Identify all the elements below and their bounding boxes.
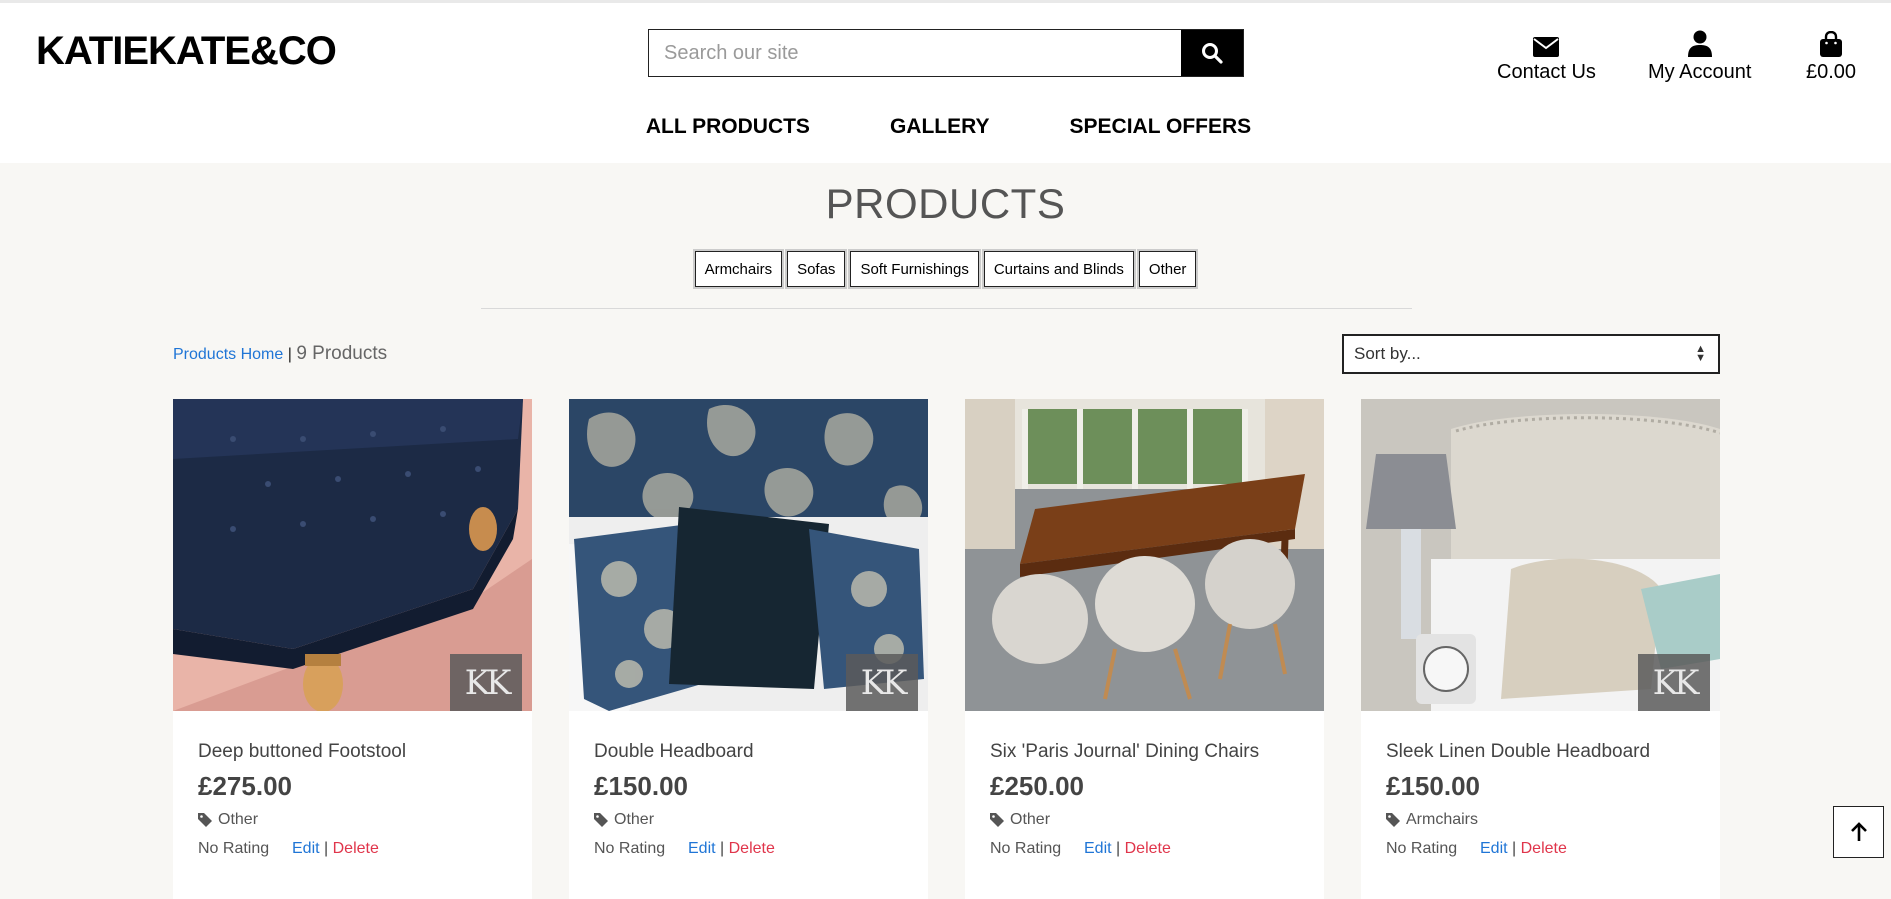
- edit-link[interactable]: Edit: [292, 840, 320, 857]
- delete-link[interactable]: Delete: [729, 840, 775, 857]
- nav-special-offers[interactable]: SPECIAL OFFERS: [1070, 115, 1252, 139]
- product-actions: Edit | Delete: [688, 840, 775, 857]
- site-header: KATIEKATE&CO Contact Us My Account: [0, 3, 1891, 163]
- product-image[interactable]: KK: [569, 399, 928, 711]
- contact-us-link[interactable]: Contact Us: [1497, 25, 1596, 84]
- category-armchairs[interactable]: Armchairs: [694, 251, 783, 287]
- product-price: £275.00: [198, 771, 292, 801]
- delete-link[interactable]: Delete: [1125, 840, 1171, 857]
- product-rating: No Rating: [1386, 840, 1458, 857]
- edit-link[interactable]: Edit: [688, 840, 716, 857]
- product-card: KK Deep buttoned Footstool £275.00 Other…: [173, 399, 532, 899]
- contact-us-label: Contact Us: [1497, 61, 1596, 83]
- product-actions: Edit | Delete: [1084, 840, 1171, 857]
- category-filters: Armchairs Sofas Soft Furnishings Curtain…: [0, 251, 1891, 287]
- tag-icon: [1386, 813, 1400, 827]
- envelope-icon: [1533, 37, 1560, 57]
- product-card: Six 'Paris Journal' Dining Chairs £250.0…: [965, 399, 1324, 899]
- product-category[interactable]: Other: [990, 811, 1050, 829]
- arrow-up-icon: [1850, 822, 1867, 841]
- category-soft-furnishings[interactable]: Soft Furnishings: [850, 251, 979, 287]
- product-card: KK Double Headboard £150.00 Other No Rat…: [569, 399, 928, 899]
- category-curtains-and-blinds[interactable]: Curtains and Blinds: [983, 251, 1134, 287]
- product-name[interactable]: Double Headboard: [594, 741, 754, 763]
- sort-select[interactable]: Sort by... ▲ ▼: [1342, 334, 1720, 374]
- product-name[interactable]: Deep buttoned Footstool: [198, 741, 406, 763]
- edit-link[interactable]: Edit: [1480, 840, 1508, 857]
- product-rating: No Rating: [990, 840, 1062, 857]
- my-account-label: My Account: [1648, 61, 1752, 83]
- product-category[interactable]: Other: [594, 811, 654, 829]
- breadcrumb: Products Home | 9 Products: [173, 343, 387, 365]
- product-rating: No Rating: [198, 840, 270, 857]
- shopping-bag-icon: [1820, 31, 1843, 57]
- breadcrumb-separator: |: [287, 346, 292, 363]
- my-account-link[interactable]: My Account: [1648, 25, 1751, 84]
- search-icon: [1202, 43, 1223, 64]
- delete-link[interactable]: Delete: [1521, 840, 1567, 857]
- search-input[interactable]: [649, 30, 1181, 76]
- search-button[interactable]: [1181, 30, 1243, 76]
- tag-icon: [198, 813, 212, 827]
- main-nav: ALL PRODUCTS GALLERY SPECIAL OFFERS: [0, 115, 1891, 139]
- cart-total: £0.00: [1806, 61, 1857, 83]
- product-image[interactable]: KK: [1361, 399, 1720, 711]
- product-count: 9 Products: [296, 343, 388, 364]
- tag-icon: [594, 813, 608, 827]
- delete-link[interactable]: Delete: [333, 840, 379, 857]
- product-price: £150.00: [594, 771, 688, 801]
- page-title: PRODUCTS: [825, 180, 1066, 227]
- product-rating: No Rating: [594, 840, 666, 857]
- product-name[interactable]: Sleek Linen Double Headboard: [1386, 741, 1650, 763]
- product-actions: Edit | Delete: [1480, 840, 1567, 857]
- back-to-top-button[interactable]: [1833, 806, 1884, 858]
- brand-logo[interactable]: KATIEKATE&CO: [36, 29, 337, 74]
- product-category[interactable]: Armchairs: [1386, 811, 1478, 829]
- cart-link[interactable]: £0.00: [1806, 25, 1856, 84]
- divider: [481, 308, 1412, 309]
- product-price: £150.00: [1386, 771, 1480, 801]
- product-actions: Edit | Delete: [292, 840, 379, 857]
- tag-icon: [990, 813, 1004, 827]
- watermark-logo: KK: [846, 654, 918, 711]
- category-other[interactable]: Other: [1138, 251, 1197, 287]
- product-category[interactable]: Other: [198, 811, 258, 829]
- product-image[interactable]: [965, 399, 1324, 711]
- product-card: KK Sleek Linen Double Headboard £150.00 …: [1361, 399, 1720, 899]
- product-image[interactable]: KK: [173, 399, 532, 711]
- products-home-link[interactable]: Products Home: [173, 346, 283, 363]
- watermark-logo: KK: [450, 654, 522, 711]
- category-sofas[interactable]: Sofas: [787, 251, 846, 287]
- select-arrows-icon: ▲ ▼: [1695, 343, 1706, 364]
- sort-selected-value: Sort by...: [1354, 344, 1421, 363]
- user-icon: [1687, 30, 1712, 57]
- search-bar: [648, 29, 1244, 77]
- edit-link[interactable]: Edit: [1084, 840, 1112, 857]
- watermark-logo: KK: [1638, 654, 1710, 711]
- nav-all-products[interactable]: ALL PRODUCTS: [646, 115, 810, 139]
- product-name[interactable]: Six 'Paris Journal' Dining Chairs: [990, 741, 1259, 763]
- product-price: £250.00: [990, 771, 1084, 801]
- nav-gallery[interactable]: GALLERY: [890, 115, 990, 139]
